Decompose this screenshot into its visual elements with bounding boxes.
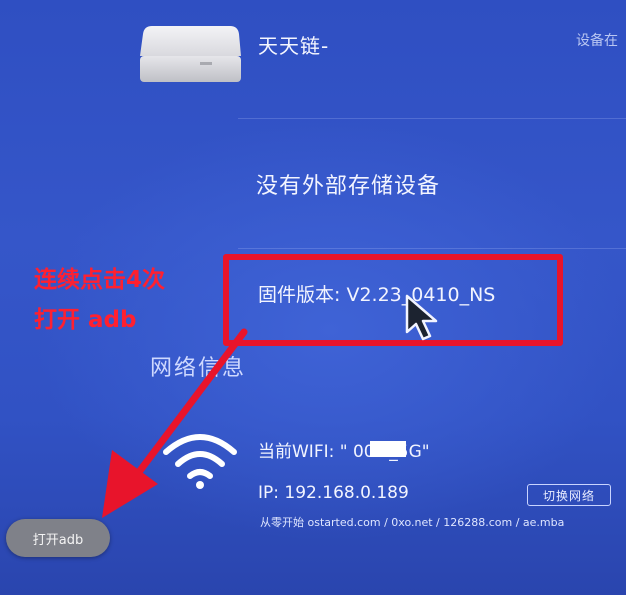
mouse-cursor-icon — [404, 294, 444, 342]
firmware-highlight-box — [223, 254, 563, 346]
red-arrow-icon — [96, 326, 256, 526]
wifi-name-redaction — [370, 441, 406, 457]
storage-status: 没有外部存储设备 — [256, 174, 441, 199]
adb-toast: 打开adb — [6, 519, 110, 557]
ip-address: IP: 192.168.0.189 — [258, 483, 409, 503]
watermark: 从零开始 ostarted.com / 0xo.net / 126288.com… — [260, 516, 565, 529]
device-name: 天天链- — [258, 34, 330, 58]
divider — [238, 118, 626, 119]
switch-network-button[interactable]: 切换网络 — [527, 484, 611, 506]
device-status: 设备在 — [576, 33, 618, 49]
device-box-icon — [138, 22, 242, 86]
divider — [238, 248, 626, 249]
annotation-line-1: 连续点击4次 — [34, 267, 166, 293]
